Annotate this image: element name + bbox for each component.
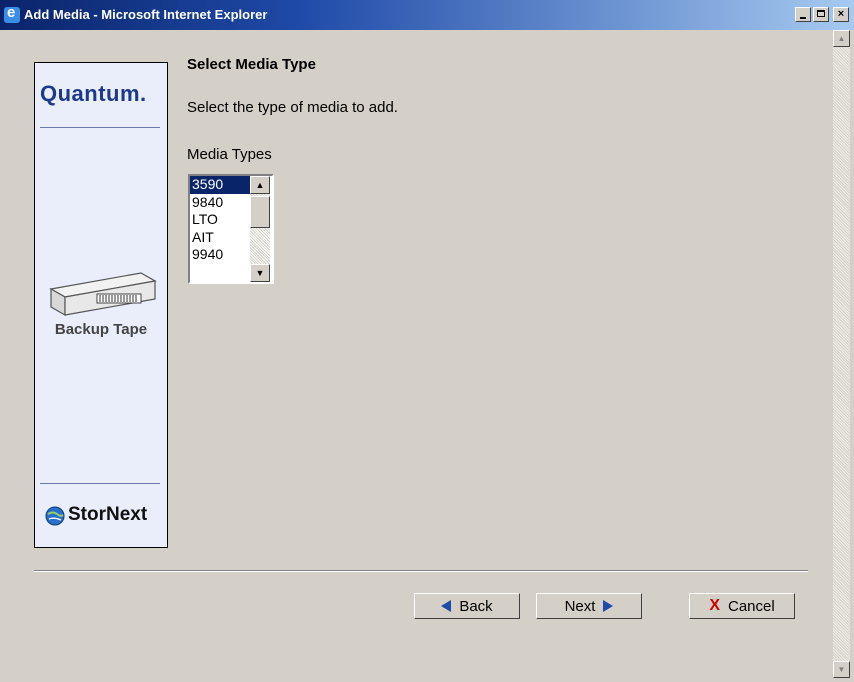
footer-divider	[34, 570, 808, 572]
close-button[interactable]: ×	[833, 7, 849, 22]
quantum-logo: Quantum.	[40, 81, 147, 106]
cancel-x-icon: X	[709, 597, 720, 614]
window-left-border	[0, 30, 4, 682]
sidebar-divider-top	[40, 127, 160, 128]
next-button-label: Next	[564, 597, 596, 615]
minimize-icon	[800, 17, 806, 19]
listbox-scrollbar[interactable]: ▲ ▼	[250, 176, 270, 282]
scroll-up-icon: ▲	[837, 34, 846, 43]
list-item-9940[interactable]: 9940	[190, 246, 250, 264]
list-item-9840[interactable]: 9840	[190, 194, 250, 212]
backup-tape-icon	[49, 272, 157, 317]
media-types-listbox[interactable]: 3590 9840 LTO AIT 9940 ▲ ▼	[188, 174, 274, 284]
back-button[interactable]: Back	[414, 593, 520, 619]
listbox-scroll-down-button[interactable]: ▼	[250, 264, 270, 282]
media-types-options: 3590 9840 LTO AIT 9940	[190, 176, 250, 264]
list-item-3590[interactable]: 3590	[190, 176, 250, 194]
stornext-globe-icon	[45, 506, 65, 526]
wizard-sidebar: Quantum. Backup Tape StorNext	[34, 62, 168, 548]
window-titlebar[interactable]: Add Media - Microsoft Internet Explorer …	[0, 0, 854, 30]
maximize-icon	[817, 10, 825, 17]
back-button-label: Back	[459, 597, 493, 615]
media-types-label: Media Types	[187, 146, 272, 163]
scroll-down-icon: ▼	[837, 665, 846, 674]
window-title: Add Media - Microsoft Internet Explorer	[24, 7, 268, 22]
next-button[interactable]: Next	[536, 593, 642, 619]
list-item-ait[interactable]: AIT	[190, 229, 250, 247]
page-title: Select Media Type	[187, 56, 316, 73]
listbox-scroll-up-button[interactable]: ▲	[250, 176, 270, 194]
arrow-right-icon	[603, 600, 614, 612]
cancel-button-label: Cancel	[727, 597, 775, 615]
list-item-lto[interactable]: LTO	[190, 211, 250, 229]
stornext-logo: StorNext	[68, 504, 148, 525]
scroll-up-button[interactable]: ▲	[833, 30, 850, 47]
scroll-down-button[interactable]: ▼	[833, 661, 850, 678]
close-icon: ×	[837, 8, 845, 20]
page-description: Select the type of media to add.	[187, 99, 398, 116]
cancel-button[interactable]: X Cancel	[689, 593, 795, 619]
scroll-down-icon: ▼	[255, 268, 265, 278]
arrow-left-icon	[441, 600, 452, 612]
backup-tape-label: Backup Tape	[54, 321, 148, 338]
internet-explorer-icon	[4, 4, 20, 23]
page-scrollbar[interactable]: ▲ ▼	[833, 30, 850, 678]
minimize-button[interactable]	[795, 7, 811, 22]
scroll-up-icon: ▲	[255, 180, 265, 190]
listbox-scroll-thumb[interactable]	[250, 196, 270, 228]
maximize-button[interactable]	[813, 7, 829, 22]
sidebar-divider-bottom	[40, 483, 160, 484]
